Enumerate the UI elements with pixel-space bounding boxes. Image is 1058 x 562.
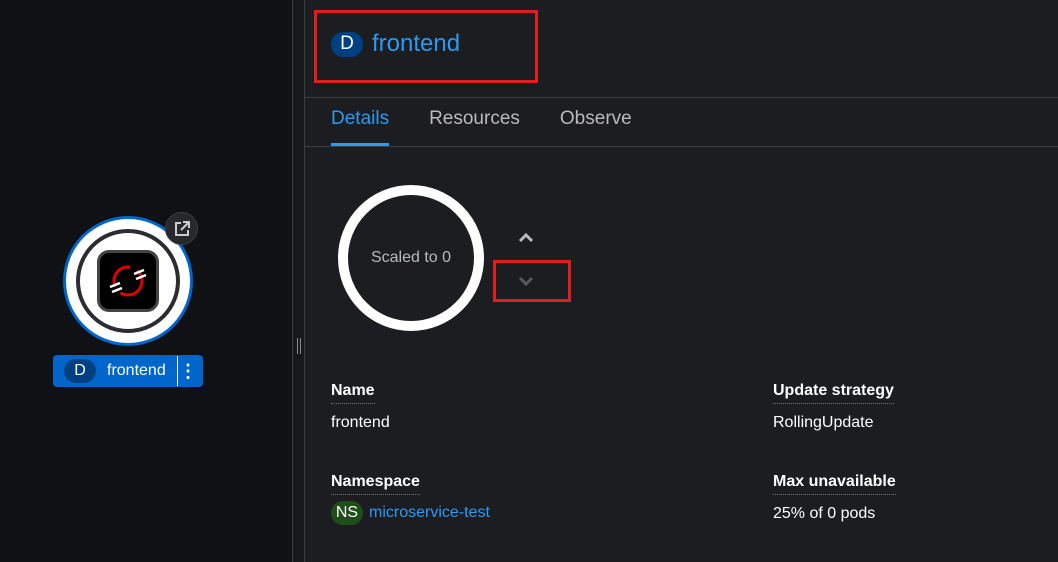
field-namespace: Namespace NS microservice-test [331,473,490,525]
pod-ring: Scaled to 0 [338,185,484,331]
field-label: Update strategy [773,382,894,404]
external-link-icon [174,220,190,236]
node-name: frontend [107,362,166,379]
divider [305,97,1058,98]
divider [305,146,1058,147]
field-update-strategy: Update strategy RollingUpdate [773,382,894,432]
tab-resources[interactable]: Resources [429,108,520,146]
openshift-logo-icon [97,250,159,312]
tab-observe[interactable]: Observe [560,108,632,146]
namespace-badge: NS [331,501,363,525]
field-label: Name [331,382,375,404]
tab-details[interactable]: Details [331,108,390,146]
deployment-badge: D [64,359,96,383]
highlight-box [314,10,538,83]
field-value: RollingUpdate [773,414,874,431]
chevron-up-icon [518,233,534,243]
pod-status-text: Scaled to 0 [370,249,452,266]
highlight-box [493,260,571,302]
open-url-button[interactable] [165,212,198,245]
field-label: Max unavailable [773,473,896,495]
field-value: 25% of 0 pods [773,505,876,522]
drag-handle-icon[interactable] [297,338,301,354]
field-value: frontend [331,414,390,431]
panel-resize-divider[interactable] [292,0,305,562]
field-max-unavailable: Max unavailable 25% of 0 pods [773,473,896,523]
kebab-menu-icon[interactable]: ⋮ [178,362,198,380]
topology-canvas[interactable]: D frontend ⋮ [0,0,292,562]
node-label[interactable]: D frontend ⋮ [53,355,203,387]
tab-list: Details Resources Observe [331,108,632,146]
side-panel: D frontend Details Resources Observe Sca… [305,0,1058,562]
namespace-link[interactable]: microservice-test [369,504,490,522]
field-label: Namespace [331,473,420,495]
field-name: Name frontend [331,382,390,432]
scale-up-button[interactable] [515,228,537,248]
